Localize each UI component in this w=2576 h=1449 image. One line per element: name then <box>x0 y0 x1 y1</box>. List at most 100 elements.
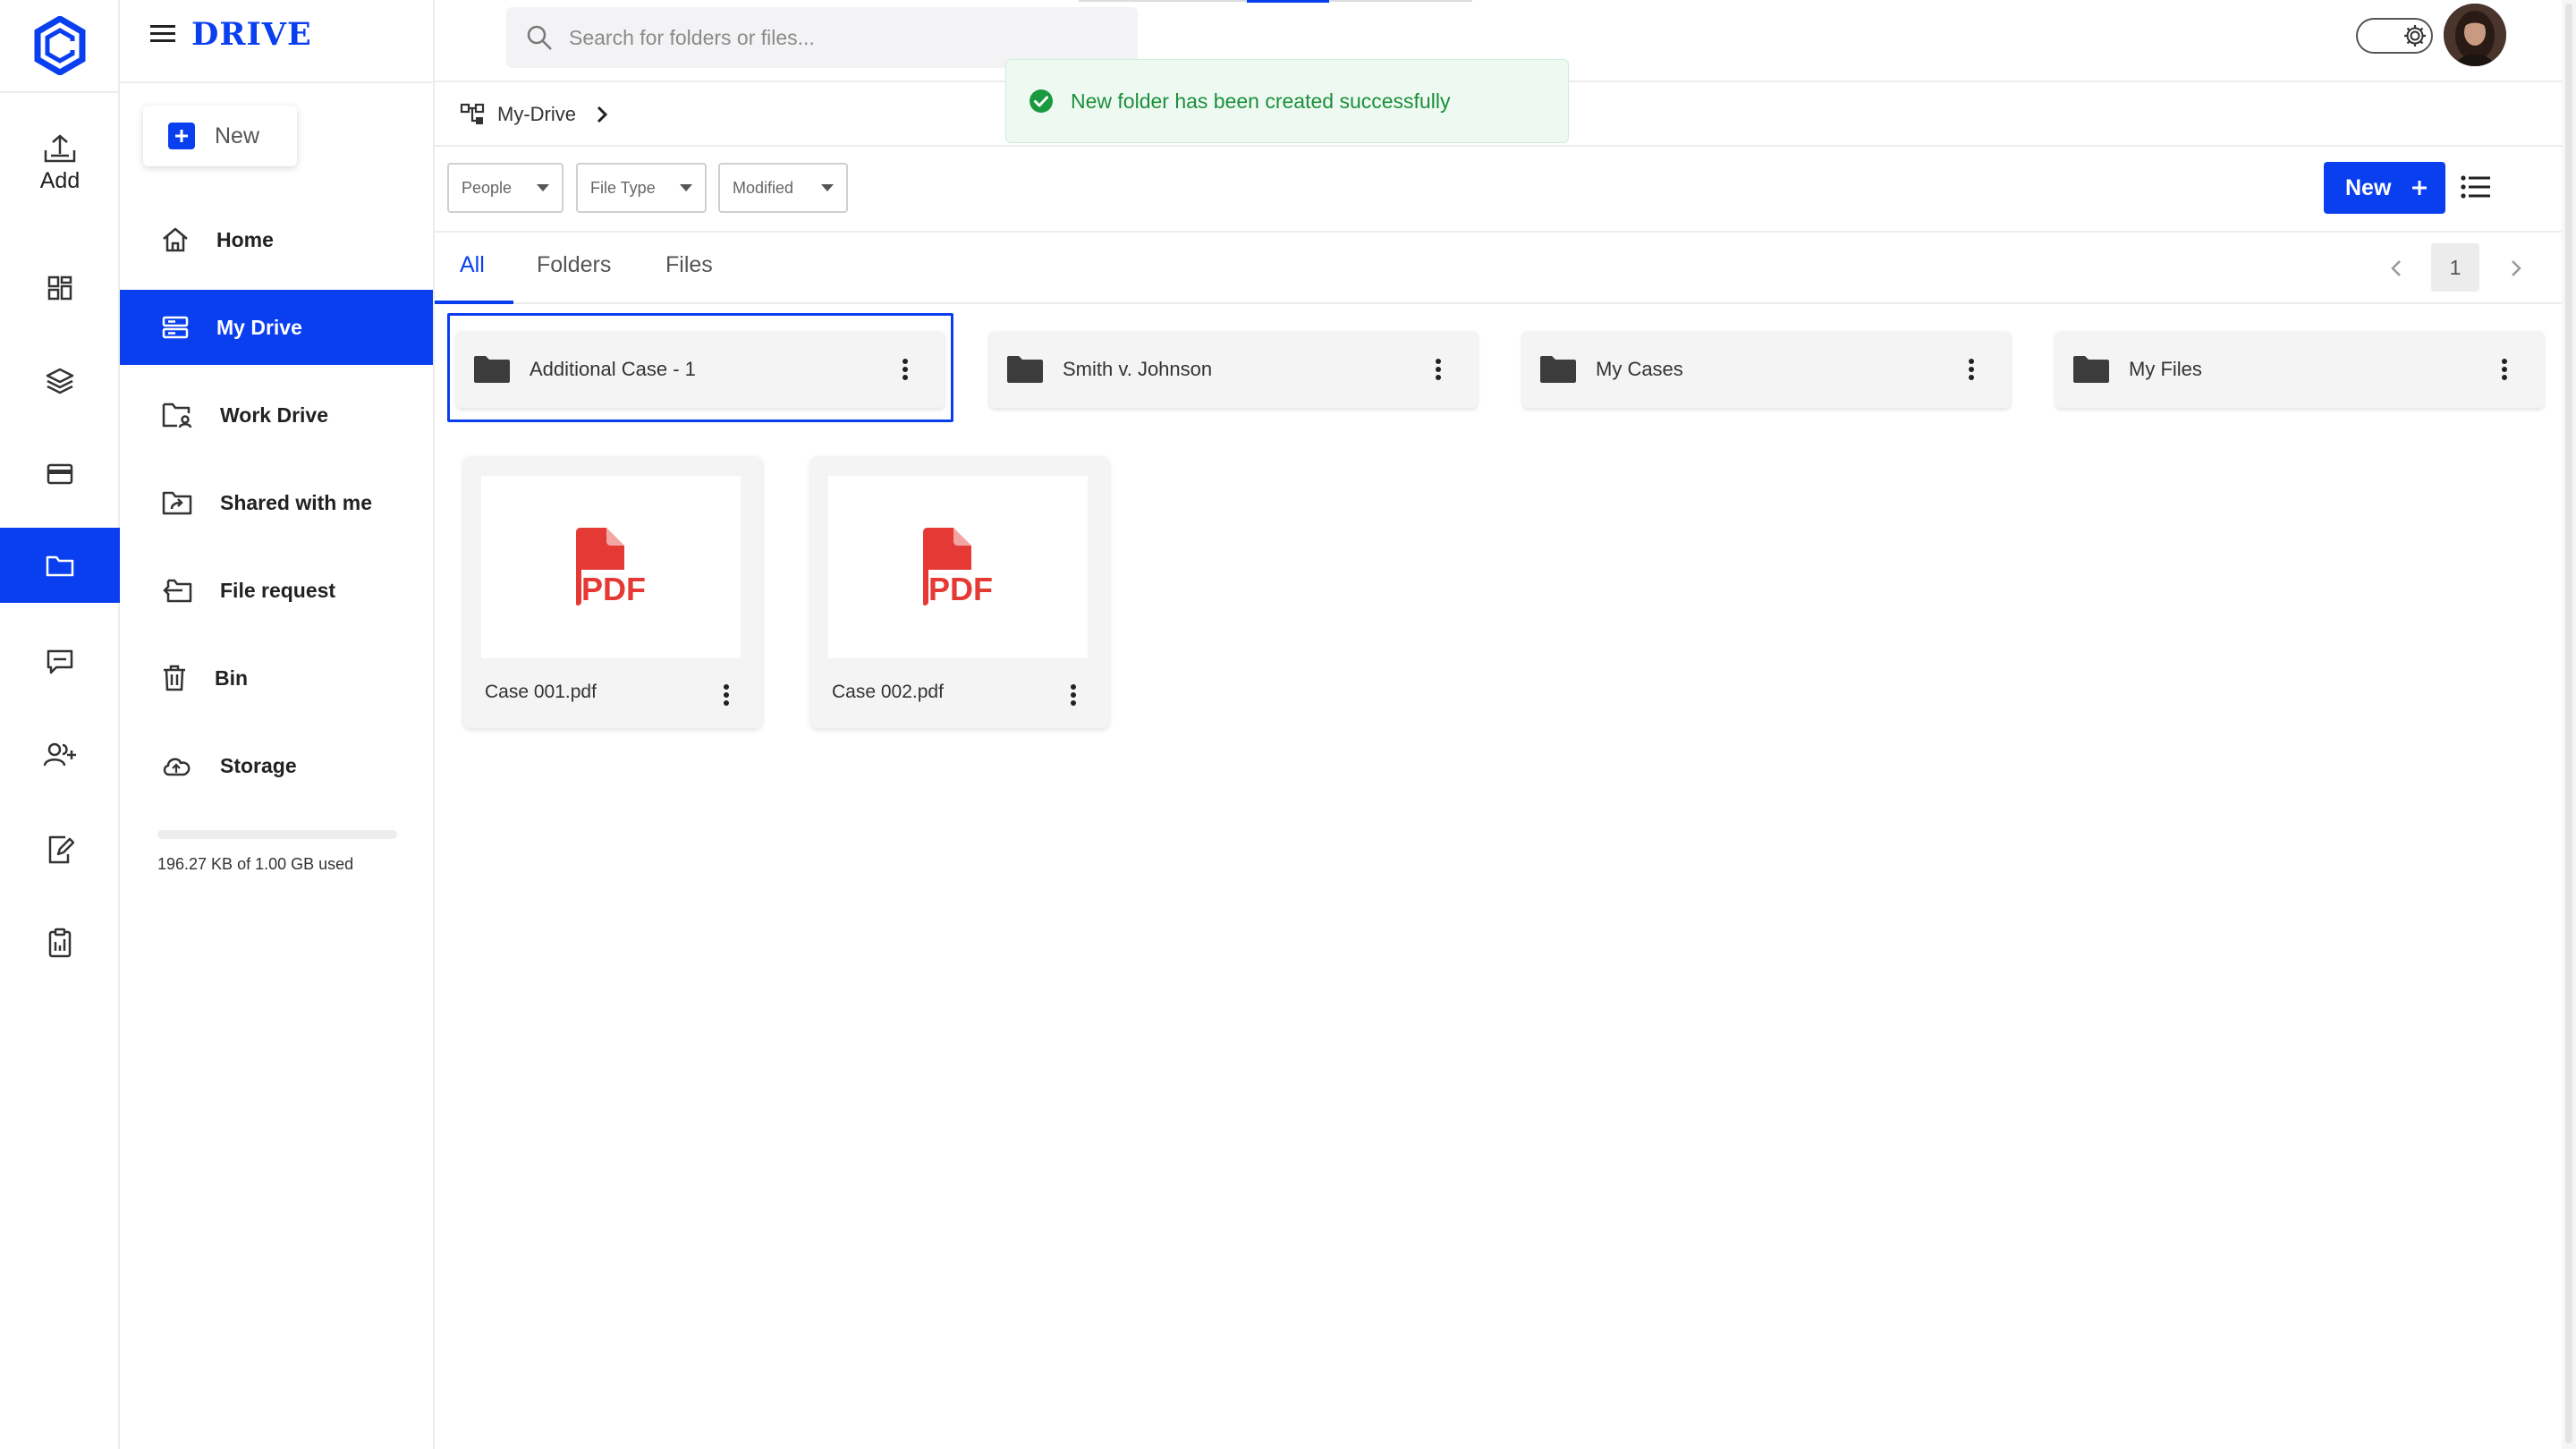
pdf-label: PDF <box>581 571 646 607</box>
plus-icon <box>2412 181 2428 195</box>
file-name: Case 001.pdf <box>485 682 597 702</box>
file-request-icon <box>163 579 192 603</box>
rail-clipboard[interactable] <box>0 905 120 980</box>
breadcrumb-divider <box>435 145 2563 147</box>
more-options-icon[interactable] <box>2501 358 2508 381</box>
new-button[interactable]: New <box>2324 162 2445 214</box>
rail-card[interactable] <box>0 436 120 512</box>
rail-dashboard[interactable] <box>0 250 120 326</box>
sidebar-item-bin[interactable]: Bin <box>120 640 433 716</box>
sidebar-item-home[interactable]: Home <box>120 202 433 277</box>
caret-down-icon <box>680 184 692 191</box>
pagination-current-page[interactable]: 1 <box>2431 243 2479 292</box>
pdf-label: PDF <box>928 571 993 607</box>
storage-usage-text: 196.27 KB of 1.00 GB used <box>157 855 354 873</box>
filter-label: File Type <box>590 178 656 197</box>
brand-title: DRIVE <box>191 16 312 53</box>
sidebar-item-label: File request <box>220 578 336 602</box>
success-toast: New folder has been created successfully <box>1005 59 1569 143</box>
users-add-icon <box>43 742 76 767</box>
folder-card[interactable]: My Files <box>2055 331 2544 408</box>
sidebar-item-shared-with-me[interactable]: Shared with me <box>120 465 433 540</box>
rail-add-label: Add <box>39 168 80 193</box>
filter-label: People <box>462 178 513 197</box>
folder-name: Smith v. Johnson <box>1063 358 1213 380</box>
breadcrumb-item[interactable]: My-Drive <box>497 103 576 126</box>
list-view-icon[interactable] <box>2460 174 2492 200</box>
avatar[interactable] <box>2444 4 2506 66</box>
tab-active-underline <box>435 301 513 304</box>
sidebar-item-label: Bin <box>215 665 249 690</box>
chevron-left-icon[interactable] <box>2386 256 2408 281</box>
rail-add-button[interactable]: Add <box>0 132 120 194</box>
more-options-icon[interactable] <box>723 683 730 707</box>
app-logo[interactable] <box>0 0 120 93</box>
new-button-label: New <box>2345 174 2392 200</box>
rail-users[interactable] <box>0 717 120 792</box>
drive-icon <box>162 316 189 339</box>
chat-icon <box>47 649 73 674</box>
hierarchy-icon <box>460 103 485 124</box>
clipboard-icon <box>48 928 72 958</box>
sidebar-item-label: Work Drive <box>220 402 329 427</box>
breadcrumb: My-Drive <box>460 98 608 131</box>
sidebar-item-label: Storage <box>220 753 297 777</box>
dashboard-icon <box>47 275 72 301</box>
caret-down-icon <box>537 184 549 191</box>
sidebar-item-file-request[interactable]: File request <box>120 553 433 628</box>
app-rail: Add <box>0 0 120 1449</box>
sidebar-item-work-drive[interactable]: Work Drive <box>120 377 433 453</box>
tab-files[interactable]: Files <box>665 252 713 304</box>
file-thumbnail: PDF <box>828 476 1088 658</box>
tab-folders[interactable]: Folders <box>537 252 611 304</box>
layers-icon <box>46 368 74 394</box>
plus-icon <box>168 123 195 149</box>
hamburger-menu-icon[interactable] <box>148 21 177 47</box>
scrollbar-thumb[interactable] <box>2565 4 2572 1444</box>
folder-name: My Cases <box>1596 358 1683 380</box>
file-name: Case 002.pdf <box>832 682 944 702</box>
folder-card[interactable]: My Cases <box>1522 331 2011 408</box>
folder-name: Additional Case - 1 <box>530 358 696 380</box>
more-options-icon[interactable] <box>902 358 909 381</box>
tab-all[interactable]: All <box>460 252 485 304</box>
rail-chat[interactable] <box>0 624 120 699</box>
filter-divider <box>435 231 2563 233</box>
folder-card[interactable]: Smith v. Johnson <box>989 331 1478 408</box>
upload-icon <box>44 134 76 163</box>
trash-icon <box>164 665 185 691</box>
sidebar-new-label: New <box>215 123 260 148</box>
sidebar-item-my-drive[interactable]: My Drive <box>120 290 433 365</box>
sidebar-item-label: Home <box>216 227 274 251</box>
toast-message: New folder has been created successfully <box>1071 89 1451 113</box>
file-card[interactable]: PDF Case 002.pdf <box>810 456 1109 728</box>
search-icon <box>527 25 552 50</box>
sidebar-item-storage[interactable]: Storage <box>120 728 433 803</box>
caret-down-icon <box>821 184 834 191</box>
filter-people[interactable]: People <box>447 163 564 213</box>
file-card[interactable]: PDF Case 001.pdf <box>463 456 762 728</box>
more-options-icon[interactable] <box>1435 358 1442 381</box>
page-scrollbar[interactable] <box>2562 0 2576 1449</box>
pdf-file-icon: PDF <box>923 528 993 607</box>
theme-toggle[interactable] <box>2356 18 2433 54</box>
more-options-icon[interactable] <box>1968 358 1975 381</box>
folder-icon <box>46 555 74 577</box>
edit-document-icon <box>48 835 74 864</box>
filter-modified[interactable]: Modified <box>718 163 848 213</box>
rail-folder[interactable] <box>0 528 120 603</box>
gear-icon <box>2401 21 2429 50</box>
folder-icon <box>2073 356 2109 383</box>
sidebar-new-button[interactable]: New <box>143 106 297 166</box>
rail-layers[interactable] <box>0 343 120 419</box>
rail-edit[interactable] <box>0 812 120 887</box>
tabs-divider <box>435 302 2563 304</box>
folder-card[interactable]: Additional Case - 1 <box>456 331 945 408</box>
chevron-right-icon[interactable] <box>2504 256 2526 281</box>
sidebar-divider <box>120 81 435 83</box>
more-options-icon[interactable] <box>1070 683 1077 707</box>
sidebar-item-label: Shared with me <box>220 490 372 514</box>
search-input[interactable] <box>569 25 1106 50</box>
filter-label: Modified <box>733 178 794 197</box>
filter-file-type[interactable]: File Type <box>576 163 707 213</box>
